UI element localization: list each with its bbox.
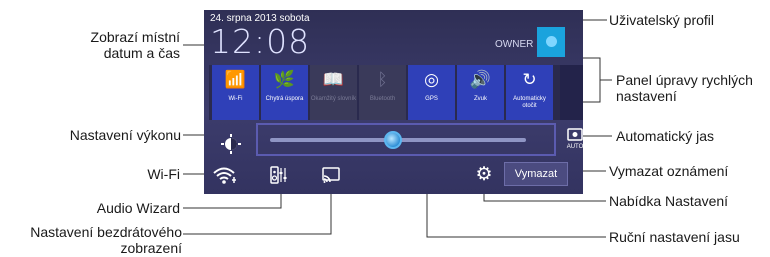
audio-wizard-icon[interactable] [266, 165, 292, 191]
tile-smart-saving[interactable]: 🌿 Chytrá úspora [261, 65, 308, 120]
brightness-slider[interactable] [256, 123, 556, 156]
tile-dictionary[interactable]: 📖 Okamžitý slovník [310, 65, 357, 120]
gps-icon: ◎ [424, 70, 439, 89]
avatar-icon [546, 36, 557, 47]
gear-icon[interactable]: ⚙ [472, 165, 496, 185]
tile-wifi[interactable]: 📶 Wi-Fi [212, 65, 259, 120]
tile-gps-label: GPS [425, 96, 438, 102]
dictionary-icon: 📖 [322, 70, 345, 89]
tile-sound-label: Zvuk [473, 96, 487, 102]
tile-wifi-label: Wi-Fi [228, 96, 243, 102]
tiles-scroll-area [560, 65, 583, 120]
tile-sound[interactable]: 🔊 Zvuk [457, 65, 504, 120]
clock-text: 12:08 [210, 22, 311, 61]
bluetooth-icon: ᛒ [377, 70, 388, 89]
tile-dictionary-label: Okamžitý slovník [310, 96, 357, 102]
tile-auto-rotate[interactable]: ↻ Automaticky otočit [506, 65, 553, 120]
tile-auto-rotate-label: Automaticky otočit [513, 96, 546, 109]
wifi-icon: 📶 [224, 70, 247, 89]
performance-icon[interactable] [221, 134, 241, 154]
brightness-thumb[interactable] [383, 131, 402, 149]
sound-icon: 🔊 [469, 70, 492, 89]
wireless-display-icon[interactable] [318, 165, 344, 191]
auto-brightness-icon[interactable]: AUTO [566, 128, 584, 150]
owner-label: OWNER [495, 39, 534, 50]
tile-gps[interactable]: ◎ GPS [408, 65, 455, 120]
auto-rotate-icon: ↻ [522, 70, 537, 89]
tile-bluetooth-label: Bluetooth [369, 96, 396, 102]
wifi-settings-icon[interactable] [210, 165, 242, 191]
quick-settings-tiles: 📶 Wi-Fi 🌿 Chytrá úspora 📖 Okamžitý slovn… [209, 65, 560, 120]
smart-saving-icon: 🌿 [273, 70, 296, 89]
tile-bluetooth[interactable]: ᛒ Bluetooth [359, 65, 406, 120]
clear-notifications-button[interactable]: Vymazat [504, 162, 568, 186]
tile-smart-saving-label: Chytrá úspora [265, 96, 304, 102]
user-avatar[interactable] [537, 27, 565, 57]
quick-settings-panel: 24. srpna 2013 sobota 12:08 OWNER 📶 Wi-F… [204, 10, 584, 194]
svg-text:AUTO: AUTO [567, 144, 584, 150]
